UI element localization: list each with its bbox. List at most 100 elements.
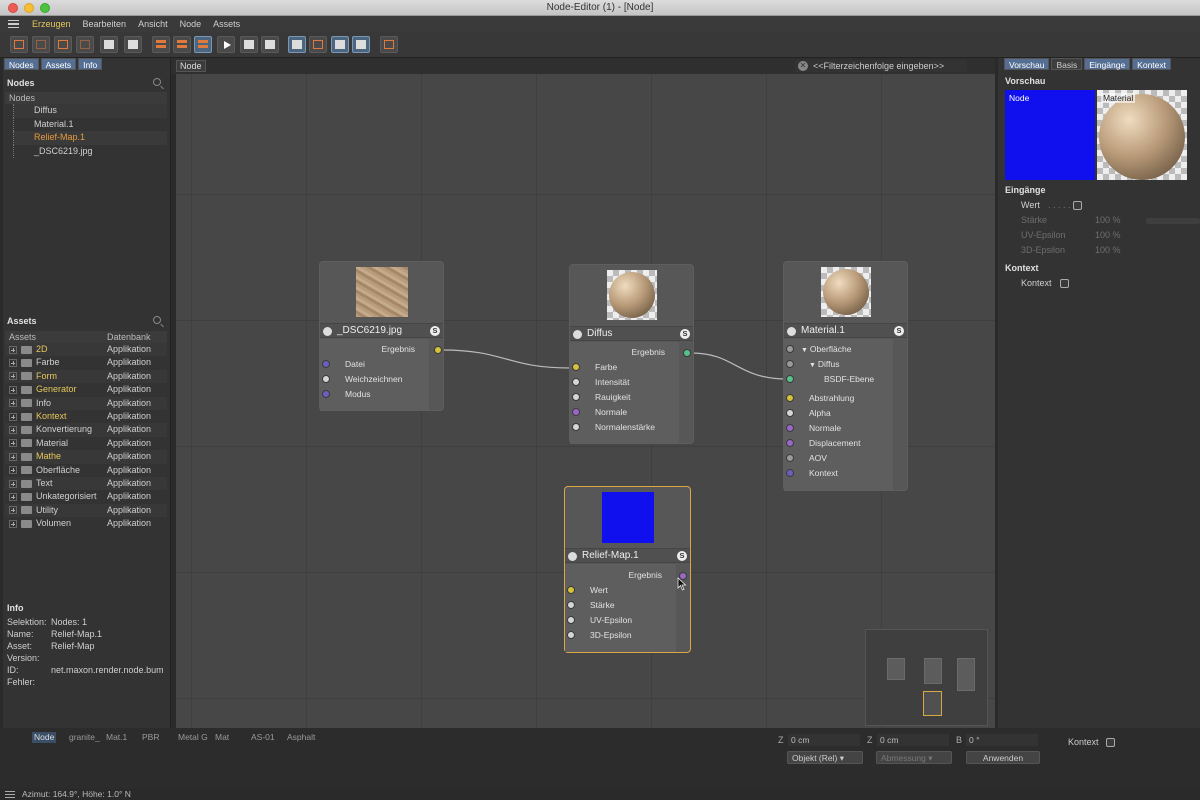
z2-field[interactable]: 0 cm [877, 734, 949, 746]
expand-icon[interactable] [9, 479, 17, 488]
coordinate-mode-dropdown[interactable]: Objekt (Rel) ▾ [787, 751, 863, 764]
layout-vertical-icon[interactable] [173, 36, 191, 53]
material-tab[interactable]: PBR [140, 732, 161, 743]
node-dsc6219[interactable]: _DSC6219.jpg S Ergebnis Datei Weichzeich… [319, 261, 444, 411]
connect-tool-icon[interactable] [352, 36, 370, 53]
port-dot[interactable] [567, 601, 575, 609]
input-staerke-value[interactable]: 100 % [1095, 214, 1121, 227]
expand-icon[interactable] [9, 345, 17, 354]
port-dot[interactable] [572, 363, 580, 371]
solo-badge[interactable]: S [430, 326, 440, 336]
solo-badge[interactable]: S [677, 551, 687, 561]
asset-row[interactable]: Farbe Applikation [5, 356, 167, 369]
port-dot[interactable] [322, 360, 330, 368]
asset-row[interactable]: Info Applikation [5, 396, 167, 410]
create-output-icon[interactable] [76, 36, 94, 53]
solo-badge[interactable]: S [894, 326, 904, 336]
port-dot[interactable] [786, 439, 794, 447]
b-field[interactable]: 0 ° [966, 734, 1038, 746]
menu-bearbeiten[interactable]: Bearbeiten [77, 19, 133, 29]
node-material[interactable]: Material.1 S ▼ Oberfläche ▼ Diffus BSDF-… [783, 261, 908, 491]
input-3d-epsilon-value[interactable]: 100 % [1095, 244, 1121, 257]
expand-icon[interactable] [9, 412, 17, 421]
port-dot[interactable] [572, 423, 580, 431]
search-icon[interactable] [153, 78, 161, 86]
tab-eingaenge[interactable]: Eingänge [1084, 58, 1131, 70]
port-dot[interactable] [572, 378, 580, 386]
asset-row[interactable]: Material Applikation [5, 437, 167, 450]
asset-row[interactable]: Kontext Applikation [5, 410, 167, 423]
create-group-icon[interactable] [32, 36, 50, 53]
expand-icon[interactable] [9, 399, 17, 408]
material-tab[interactable]: AS-01 [249, 732, 277, 743]
import-icon[interactable] [100, 36, 118, 53]
expand-icon[interactable] [9, 492, 17, 501]
node-diffus[interactable]: Diffus S Ergebnis Farbe Intensität Rauig… [569, 264, 694, 444]
tree-item-diffus[interactable]: Diffus [13, 104, 167, 118]
expand-icon[interactable] [9, 506, 17, 515]
port-dot[interactable] [572, 408, 580, 416]
tree-item-material[interactable]: Material.1 [13, 117, 167, 131]
staerke-slider[interactable] [1146, 218, 1200, 224]
expand-icon[interactable] [9, 426, 17, 435]
expand-icon[interactable] [9, 452, 17, 461]
port-dot[interactable] [322, 390, 330, 398]
port-dot[interactable] [786, 454, 794, 462]
lock-icon[interactable] [124, 36, 142, 53]
settings-icon[interactable] [380, 36, 398, 53]
port-dot[interactable] [567, 586, 575, 594]
assets-search-icon[interactable] [153, 316, 161, 324]
layout-horizontal-icon[interactable] [152, 36, 170, 53]
expand-icon[interactable] [9, 466, 17, 475]
material-tab[interactable]: Mat [213, 732, 231, 743]
preview-toggle-icon[interactable] [331, 36, 349, 53]
asset-row[interactable]: Volumen Applikation [5, 517, 167, 530]
asset-row[interactable]: Unkategorisiert Applikation [5, 490, 167, 503]
solo-badge[interactable]: S [680, 329, 690, 339]
wert-checkbox[interactable] [1073, 201, 1082, 210]
align-right-icon[interactable] [261, 36, 279, 53]
clear-filter-icon[interactable]: ✕ [798, 61, 808, 71]
input-group-diffus[interactable]: ▼ Diffus [809, 357, 839, 372]
port-dot[interactable] [322, 375, 330, 383]
expand-icon[interactable] [9, 372, 17, 381]
context-checkbox-bottom[interactable] [1106, 738, 1115, 747]
port-dot[interactable] [786, 409, 794, 417]
minimap[interactable] [865, 629, 988, 726]
menu-assets[interactable]: Assets [207, 19, 246, 29]
output-dot[interactable] [434, 346, 442, 354]
asset-row[interactable]: Utility Applikation [5, 503, 167, 518]
port-dot[interactable] [786, 469, 794, 477]
tab-basis[interactable]: Basis [1051, 58, 1083, 70]
port-dot[interactable] [786, 424, 794, 432]
layout-grid-icon[interactable] [194, 36, 212, 53]
material-tab[interactable]: granite_ [67, 732, 102, 743]
z1-field[interactable]: 0 cm [788, 734, 860, 746]
expand-icon[interactable] [9, 385, 17, 394]
asset-row[interactable]: Mathe Applikation [5, 450, 167, 464]
asset-row[interactable]: Oberfläche Applikation [5, 464, 167, 477]
material-tab[interactable]: Metal G [176, 732, 210, 743]
expand-icon[interactable] [9, 359, 17, 368]
tab-info[interactable]: Info [78, 58, 103, 70]
input-group-oberflaeche[interactable]: ▼ Oberfläche [801, 342, 851, 357]
frame-selected-icon[interactable] [288, 36, 306, 53]
port-dot[interactable] [786, 375, 794, 383]
port-dot[interactable] [567, 631, 575, 639]
menu-node[interactable]: Node [174, 19, 208, 29]
filter-input[interactable]: ✕ <<Filterzeichenfolge eingeben>> [795, 60, 967, 72]
tab-nodes[interactable]: Nodes [4, 58, 39, 70]
port-dot[interactable] [786, 394, 794, 402]
asset-row[interactable]: Generator Applikation [5, 383, 167, 396]
material-tab[interactable]: Mat.1 [104, 732, 129, 743]
material-tab[interactable]: Asphalt [285, 732, 317, 743]
port-dot[interactable] [786, 360, 794, 368]
tree-item-dsc[interactable]: _DSC6219.jpg [13, 144, 167, 158]
frame-all-icon[interactable] [309, 36, 327, 53]
expand-icon[interactable] [9, 519, 17, 528]
expand-icon[interactable] [9, 439, 17, 448]
create-node-icon[interactable] [10, 36, 28, 53]
menu-ansicht[interactable]: Ansicht [132, 19, 174, 29]
tab-assets[interactable]: Assets [40, 58, 77, 70]
port-dot[interactable] [567, 616, 575, 624]
